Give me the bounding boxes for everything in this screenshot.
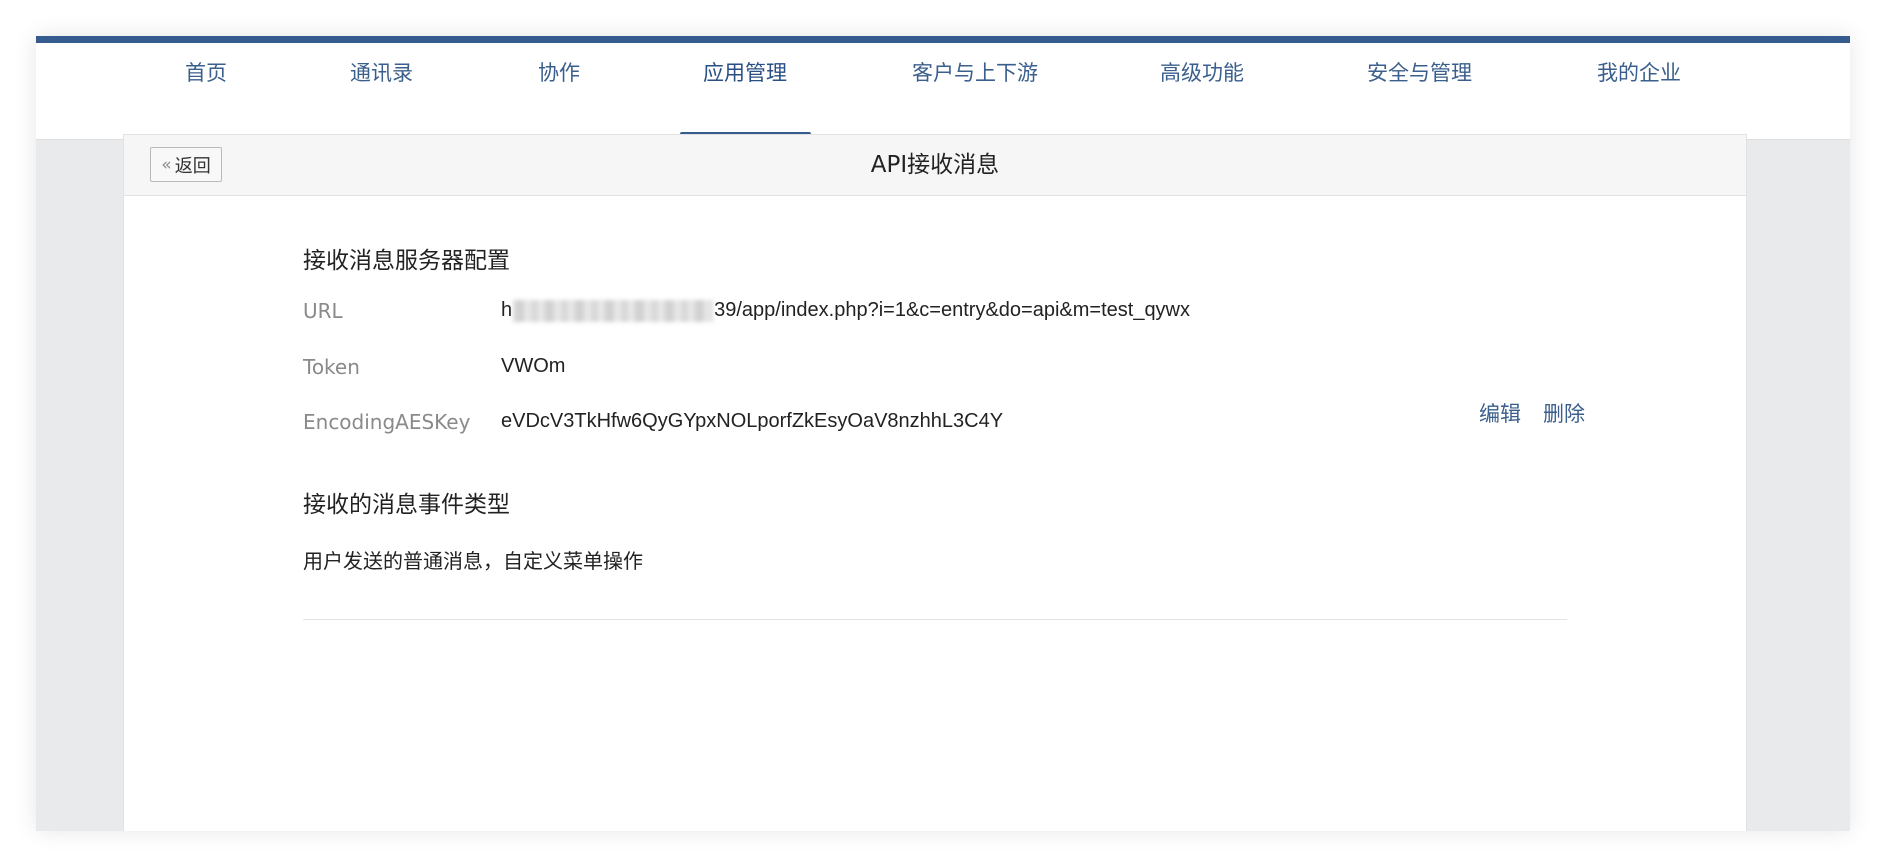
url-value: h 39/app/index.php?i=1&c=entry&do=api&m=t… — [501, 299, 1190, 322]
double-chevron-left-icon: « — [161, 154, 172, 175]
nav-item-contacts[interactable]: 通讯录 — [350, 43, 413, 139]
delete-link[interactable]: 删除 — [1543, 398, 1585, 428]
url-label: URL — [303, 299, 343, 323]
nav-item-security[interactable]: 安全与管理 — [1367, 43, 1472, 139]
url-prefix: h — [501, 299, 513, 321]
content-card: API接收消息 « 返回 接收消息服务器配置 URL h 39/app/index… — [123, 134, 1747, 831]
nav-item-collaboration[interactable]: 协作 — [538, 43, 580, 139]
page-title: API接收消息 — [870, 152, 1000, 178]
edit-link[interactable]: 编辑 — [1479, 398, 1521, 428]
url-suffix: 39/app/index.php?i=1&c=entry&do=api&m=te… — [714, 299, 1191, 321]
nav-item-my-enterprise[interactable]: 我的企业 — [1597, 43, 1681, 139]
card-header: API接收消息 « 返回 — [124, 135, 1746, 196]
nav-item-customers[interactable]: 客户与上下游 — [912, 43, 1038, 139]
token-value: VWOm — [501, 355, 566, 377]
event-types-title: 接收的消息事件类型 — [303, 492, 510, 518]
server-config-title: 接收消息服务器配置 — [303, 248, 510, 274]
nav-item-home[interactable]: 首页 — [185, 43, 227, 139]
app-window: 首页 通讯录 协作 应用管理 客户与上下游 高级功能 安全与管理 我的企业 AP… — [36, 36, 1850, 831]
top-nav: 首页 通讯录 协作 应用管理 客户与上下游 高级功能 安全与管理 我的企业 — [36, 43, 1850, 140]
nav-item-advanced[interactable]: 高级功能 — [1160, 43, 1244, 139]
aes-key-value: eVDcV3TkHfw6QyGYpxNOLporfZkEsyOaV8nzhhL3… — [501, 410, 1004, 432]
aes-key-label: EncodingAESKey — [303, 410, 471, 434]
event-types-description: 用户发送的普通消息，自定义菜单操作 — [303, 549, 643, 573]
section-divider — [303, 619, 1567, 620]
token-label: Token — [303, 355, 360, 379]
top-accent-bar — [36, 36, 1850, 43]
back-button[interactable]: « 返回 — [150, 147, 222, 182]
redacted-host — [513, 299, 714, 322]
nav-item-app-management[interactable]: 应用管理 — [703, 43, 787, 139]
back-button-label: 返回 — [174, 155, 211, 177]
